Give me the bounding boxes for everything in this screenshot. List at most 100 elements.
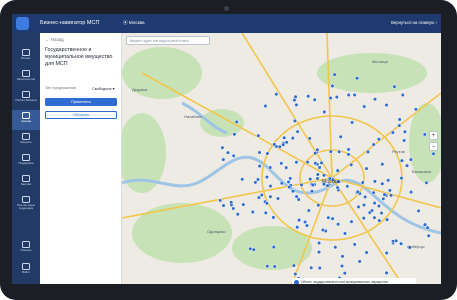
property-marker[interactable] [253, 180, 258, 185]
property-marker[interactable] [259, 193, 264, 198]
zoom-in-button[interactable]: + [429, 131, 438, 140]
property-marker[interactable] [295, 129, 300, 134]
property-marker[interactable] [350, 120, 355, 125]
property-marker[interactable] [352, 92, 357, 97]
property-marker[interactable] [265, 264, 270, 269]
property-marker[interactable] [295, 225, 300, 230]
property-marker[interactable] [263, 103, 268, 109]
property-marker[interactable] [362, 104, 367, 109]
property-marker[interactable] [384, 250, 389, 256]
property-marker[interactable] [265, 151, 270, 156]
property-marker[interactable] [279, 181, 284, 186]
property-marker[interactable] [251, 247, 256, 252]
property-marker[interactable] [372, 215, 377, 220]
property-marker[interactable] [264, 201, 269, 206]
property-marker[interactable] [268, 165, 273, 170]
property-marker[interactable] [352, 242, 357, 247]
property-marker[interactable] [339, 263, 345, 269]
property-marker[interactable] [272, 264, 277, 269]
offer-type-select[interactable]: Свободное ▾ [92, 86, 115, 91]
property-marker[interactable] [376, 137, 381, 142]
property-marker[interactable] [293, 271, 298, 277]
sidebar-item-other-support[interactable]: Прочие меры поддержки [12, 194, 40, 214]
property-marker[interactable] [349, 162, 354, 167]
logo-icon[interactable] [16, 17, 29, 30]
property-marker[interactable] [326, 215, 331, 220]
property-marker[interactable] [397, 123, 402, 128]
property-marker[interactable] [275, 196, 281, 201]
property-marker[interactable] [231, 206, 236, 211]
property-marker[interactable] [257, 164, 262, 169]
sidebar-item-credits[interactable]: Кредиты [12, 131, 40, 151]
property-marker[interactable] [316, 250, 322, 255]
reset-button[interactable]: Сбросить [45, 111, 117, 119]
property-marker[interactable] [340, 254, 345, 259]
property-marker[interactable] [328, 149, 333, 154]
property-marker[interactable] [292, 98, 297, 103]
property-marker[interactable] [342, 231, 348, 236]
property-marker[interactable] [264, 175, 269, 180]
property-marker[interactable] [384, 103, 389, 108]
property-marker[interactable] [357, 259, 362, 264]
property-marker[interactable] [409, 190, 414, 195]
property-marker[interactable] [292, 118, 297, 123]
sidebar-item-events[interactable]: Мероприятия [12, 68, 40, 88]
property-marker[interactable] [404, 163, 410, 168]
property-marker[interactable] [426, 233, 431, 238]
property-marker[interactable] [356, 204, 361, 209]
property-marker[interactable] [330, 216, 335, 221]
property-marker[interactable] [361, 202, 367, 208]
property-marker[interactable] [408, 157, 413, 162]
property-marker[interactable] [322, 109, 327, 114]
property-marker[interactable] [235, 212, 240, 217]
property-marker[interactable] [397, 117, 402, 122]
map-search-input[interactable]: Введите адрес или кадастровый номер [126, 36, 210, 45]
property-marker[interactable] [299, 182, 304, 187]
location-selector[interactable]: ⦿ Москва [123, 20, 145, 26]
property-marker[interactable] [290, 189, 296, 194]
property-marker[interactable] [402, 129, 407, 134]
property-marker[interactable] [380, 181, 385, 186]
sidebar-item-help[interactable]: Помощь [12, 239, 40, 259]
property-marker[interactable] [257, 150, 262, 155]
sidebar-item-business[interactable]: Бизнес [12, 47, 40, 67]
property-marker[interactable] [423, 222, 428, 227]
property-marker[interactable] [345, 184, 350, 189]
property-marker[interactable] [268, 184, 273, 189]
property-marker[interactable] [297, 218, 302, 223]
property-marker[interactable] [315, 176, 320, 181]
property-marker[interactable] [310, 183, 315, 188]
property-marker[interactable] [384, 270, 389, 275]
property-marker[interactable] [387, 188, 392, 193]
property-marker[interactable] [330, 83, 335, 89]
property-marker[interactable] [268, 194, 273, 199]
property-marker[interactable] [312, 97, 317, 102]
property-marker[interactable] [286, 179, 291, 185]
property-marker[interactable] [284, 140, 289, 145]
property-marker[interactable] [221, 157, 226, 162]
zoom-out-button[interactable]: − [429, 142, 438, 151]
map-area[interactable]: Дедовск Нахабино Мытищи Москва Одинцово … [118, 32, 441, 284]
property-marker[interactable] [424, 180, 429, 185]
property-marker[interactable] [281, 142, 286, 147]
property-marker[interactable] [303, 219, 308, 225]
property-marker[interactable] [361, 216, 366, 221]
property-marker[interactable] [372, 97, 378, 102]
property-marker[interactable] [234, 119, 239, 124]
property-marker[interactable] [229, 200, 234, 205]
property-marker[interactable] [385, 217, 390, 222]
property-marker[interactable] [272, 142, 277, 147]
property-marker[interactable] [346, 147, 351, 152]
property-marker[interactable] [399, 158, 404, 163]
property-marker[interactable] [248, 246, 253, 251]
property-marker[interactable] [290, 136, 295, 141]
property-marker[interactable] [377, 218, 382, 223]
sidebar-item-support[interactable]: Поддержка [12, 152, 40, 172]
property-marker[interactable] [369, 208, 375, 213]
property-marker[interactable] [335, 168, 340, 173]
map-canvas[interactable]: Дедовск Нахабино Мытищи Москва Одинцово … [118, 32, 441, 284]
property-marker[interactable] [250, 209, 255, 215]
apply-button[interactable]: Применить [45, 98, 117, 106]
property-marker[interactable] [317, 240, 322, 246]
property-marker[interactable] [349, 219, 354, 224]
